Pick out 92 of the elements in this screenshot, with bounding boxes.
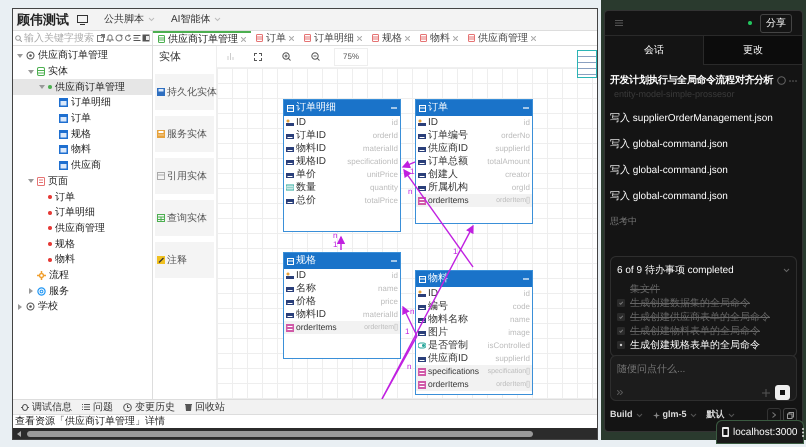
cardinality-label: n bbox=[408, 187, 412, 196]
editor-tab[interactable]: 供应商订单管理 bbox=[153, 31, 251, 45]
cardinality-label: 1 bbox=[333, 240, 338, 249]
entity-field[interactable]: 是否管制 isControlled bbox=[416, 339, 532, 352]
message-field[interactable]: 随便问点什么... bbox=[610, 355, 797, 401]
tree-item[interactable]: 供应商 bbox=[13, 158, 152, 174]
panel-tab[interactable]: 回收站 bbox=[185, 400, 225, 414]
panel-tab[interactable]: 问题 bbox=[82, 400, 113, 414]
tree-item[interactable]: 实体 bbox=[13, 64, 152, 80]
entity-field[interactable]: 总价 totalPrice bbox=[284, 194, 400, 207]
tree-item[interactable]: 规格 bbox=[13, 236, 152, 252]
search-field[interactable]: 输入关键字搜索 bbox=[15, 30, 96, 46]
task-title: 开发计划执行与全局命令流程对齐分析 bbox=[610, 73, 774, 88]
todo-item: 生成创建规格表单的全局命令 bbox=[630, 338, 760, 352]
entity-field[interactable]: 物料名称 name bbox=[416, 313, 532, 326]
tree-item[interactable]: 订单明细 bbox=[13, 204, 152, 221]
footer-dropdown[interactable]: Build bbox=[610, 408, 642, 422]
tree-item[interactable]: 服务 bbox=[13, 283, 152, 299]
cardinality-label: n bbox=[410, 307, 414, 316]
entity-title: 订单 bbox=[428, 103, 449, 113]
share-button[interactable]: 分享 bbox=[760, 14, 792, 32]
entity-field[interactable]: 名称 name bbox=[284, 282, 400, 295]
cardinality-label: 1 bbox=[453, 247, 458, 256]
step-line: 写入 global-command.json bbox=[610, 190, 729, 204]
entity-field[interactable]: 物料ID materialId bbox=[284, 142, 400, 155]
entity-field[interactable]: 单价 unitPrice bbox=[284, 168, 400, 181]
editor-tab[interactable]: 供应商管理 bbox=[463, 31, 541, 45]
cardinality-label: 1 bbox=[405, 327, 410, 336]
entity-field[interactable]: 供应商ID supplierId bbox=[416, 352, 532, 365]
cardinality-label: n bbox=[407, 362, 412, 371]
tree-item[interactable]: 供应商订单管理 bbox=[13, 48, 152, 64]
tree-item[interactable]: 物料 bbox=[13, 252, 152, 268]
entity-title: 规格 bbox=[296, 256, 317, 266]
entity-field[interactable]: 图片 image bbox=[416, 326, 532, 339]
entity-title: 订单明细 bbox=[296, 103, 337, 113]
panel-tab[interactable]: 调试信息 bbox=[21, 400, 72, 414]
app-title: 顾伟测试 bbox=[17, 10, 69, 29]
entity-field[interactable]: 价格 price bbox=[284, 295, 400, 308]
tree-item[interactable]: 物料 bbox=[13, 142, 152, 158]
browser-tab[interactable]: localhost:3000 bbox=[716, 420, 804, 444]
step-line: 写入 global-command.json bbox=[610, 138, 729, 152]
entity-field[interactable]: 订单总额 totalAmount bbox=[416, 155, 532, 168]
cardinality-label: n bbox=[333, 231, 338, 240]
entity-field[interactable]: 规格ID specificationId bbox=[284, 155, 400, 168]
tree-item[interactable]: 订单 bbox=[13, 110, 152, 126]
step-line: 写入 supplierOrderManagement.json bbox=[610, 112, 774, 126]
panel-tab[interactable]: 变更历史 bbox=[123, 400, 175, 414]
panel-tab[interactable]: 更改 bbox=[703, 36, 802, 65]
todo-item: 生成创建供应商表单的全局命令 bbox=[630, 310, 770, 324]
menu-dropdown[interactable]: 公共脚本 bbox=[104, 12, 155, 27]
todo-summary: 6 of 9 待办事项 completed bbox=[617, 264, 735, 278]
entity-field[interactable]: 供应商ID supplierId bbox=[416, 142, 532, 155]
tree-item[interactable]: 页面 bbox=[13, 174, 152, 190]
entity-field[interactable]: 订单编号 orderNo bbox=[416, 129, 532, 142]
entity-field[interactable]: 订单ID orderId bbox=[284, 129, 400, 142]
tree-item[interactable]: 供应商订单管理 bbox=[13, 79, 152, 96]
tree-item[interactable]: 规格 bbox=[13, 126, 152, 142]
todo-item: 生成创建数据集的全局命令 bbox=[630, 296, 750, 310]
tree-item[interactable]: 学校 bbox=[13, 299, 152, 315]
todo-item: 生成创建物料表单的全局命令 bbox=[630, 324, 760, 338]
footer-dropdown[interactable]: 默认 bbox=[706, 408, 735, 422]
entity-field[interactable]: ID id bbox=[284, 116, 400, 129]
entity-field[interactable]: ID id bbox=[284, 269, 400, 282]
entity-field[interactable]: 物料ID materialId bbox=[284, 308, 400, 321]
footer-dropdown[interactable]: glm-5 bbox=[652, 408, 697, 422]
tree-item[interactable]: 订单明细 bbox=[13, 95, 152, 111]
entity-field[interactable]: 创建人 creator bbox=[416, 168, 532, 181]
palette-title: 实体 bbox=[158, 50, 182, 65]
browser-tab-label: localhost:3000 bbox=[733, 426, 798, 440]
palette-item[interactable]: 注释 bbox=[155, 242, 214, 278]
tree-item[interactable]: 流程 bbox=[13, 268, 152, 284]
todo-item: 集文件 bbox=[630, 282, 660, 296]
editor-tab[interactable]: 订单明细 bbox=[299, 31, 367, 45]
palette-item[interactable]: 服务实体 bbox=[155, 116, 214, 152]
tree-item[interactable]: 供应商管理 bbox=[13, 220, 152, 236]
editor-tab[interactable]: 订单 bbox=[251, 31, 299, 45]
entity-field[interactable]: ID id bbox=[416, 116, 532, 129]
entity-field[interactable]: 数量 quantity bbox=[284, 181, 400, 194]
entity-card[interactable]: 订单明细 ID id 订单ID orderId 物料ID materialId 规格ID specificationId 单价 unitPrice 数量 quantity 总价 totalPrice bbox=[283, 99, 401, 232]
zoom-field[interactable]: 75% bbox=[334, 48, 368, 66]
entity-field[interactable]: 所属机构 orgId bbox=[416, 181, 532, 194]
editor-tab[interactable]: 规格 bbox=[367, 31, 415, 45]
tree-item[interactable]: 订单 bbox=[13, 189, 152, 205]
message-input[interactable]: 随便问点什么... bbox=[617, 362, 790, 377]
palette-item[interactable]: 查询实体 bbox=[155, 200, 214, 236]
thinking-text: 思考中 bbox=[610, 215, 638, 228]
editor-tab[interactable]: 物料 bbox=[415, 31, 463, 45]
palette-item[interactable]: 持久化实体 bbox=[155, 74, 214, 110]
menu-dropdown[interactable]: AI智能体 bbox=[171, 12, 222, 27]
palette-item[interactable]: 引用实体 bbox=[155, 158, 214, 194]
cardinality-label: 1 bbox=[410, 167, 414, 176]
step-line: 写入 global-command.json bbox=[610, 164, 729, 178]
